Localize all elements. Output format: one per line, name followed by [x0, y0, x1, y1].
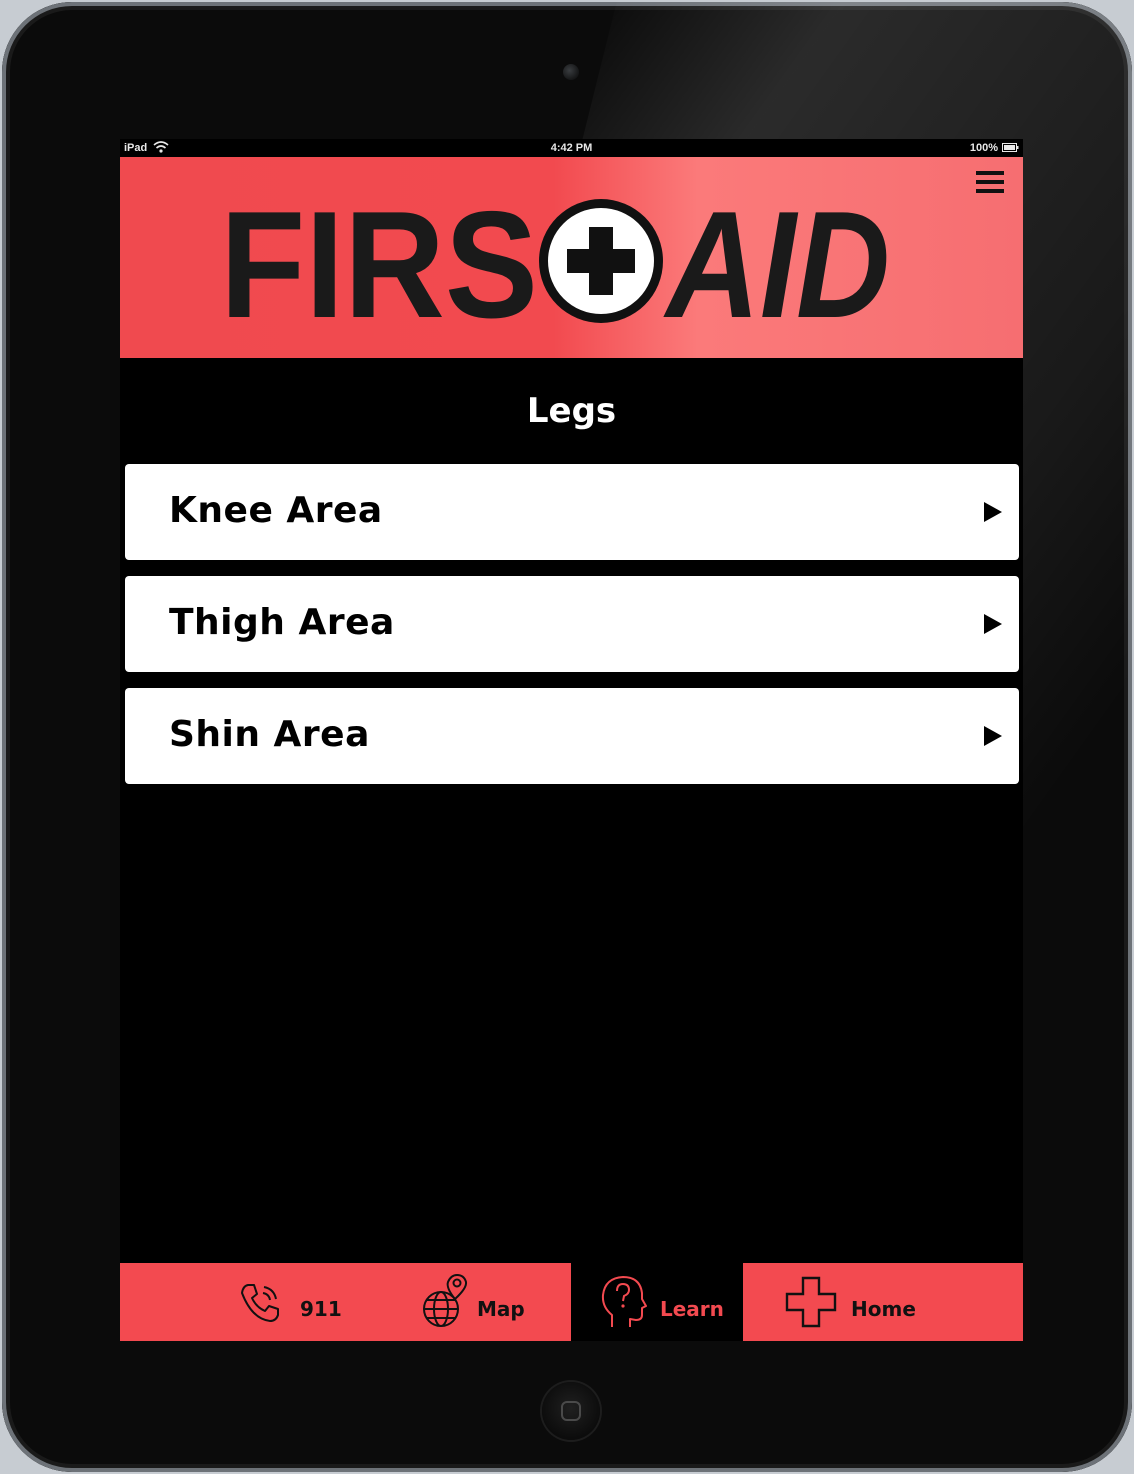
front-camera: [563, 64, 579, 80]
cross-icon: [785, 1276, 837, 1328]
tab-label: Home: [851, 1297, 916, 1321]
tab-label: Map: [477, 1297, 525, 1321]
menu-line-icon: [976, 171, 1004, 175]
tab-911[interactable]: 911: [220, 1263, 390, 1341]
list-item-knee-area[interactable]: Knee Area: [125, 464, 1019, 560]
tab-learn[interactable]: Learn: [571, 1263, 743, 1341]
app-screen: iPad 4:42 PM 100% FIRS AID Legs Knee Are…: [120, 139, 1023, 1341]
list-item-label: Knee Area: [169, 490, 383, 531]
play-arrow-icon: [984, 726, 1002, 746]
home-square-icon: [561, 1401, 581, 1421]
device-home-button[interactable]: [542, 1382, 600, 1440]
play-arrow-icon: [984, 614, 1002, 634]
globe-pin-icon: [423, 1273, 468, 1327]
status-bar: iPad 4:42 PM 100%: [120, 139, 1023, 157]
battery-icon: [1002, 143, 1019, 152]
list-item-shin-area[interactable]: Shin Area: [125, 688, 1019, 784]
page-title: Legs: [526, 391, 617, 431]
tablet-frame: iPad 4:42 PM 100% FIRS AID Legs Knee Are…: [2, 2, 1132, 1472]
phone-icon: [241, 1284, 279, 1322]
svg-text:AID: AID: [663, 195, 890, 335]
menu-line-icon: [976, 189, 1004, 193]
menu-line-icon: [976, 180, 1004, 184]
svg-text:FIRS: FIRS: [220, 195, 538, 335]
list-item-label: Thigh Area: [169, 602, 395, 643]
clock: 4:42 PM: [550, 142, 593, 154]
app-header: FIRS AID: [120, 157, 1023, 358]
tab-label: Learn: [660, 1297, 724, 1321]
list-item-label: Shin Area: [169, 714, 370, 755]
first-aid-logo: FIRS AID: [220, 195, 890, 335]
hamburger-menu-button[interactable]: [976, 171, 1006, 197]
bottom-tab-bar: 911 Map Learn Home: [120, 1263, 1023, 1341]
tab-map[interactable]: Map: [405, 1263, 570, 1341]
tab-label: 911: [300, 1297, 342, 1321]
list-item-thigh-area[interactable]: Thigh Area: [125, 576, 1019, 672]
head-question-icon: [601, 1276, 647, 1327]
battery-percentage: 100%: [969, 142, 998, 154]
tab-home[interactable]: Home: [765, 1263, 965, 1341]
play-arrow-icon: [984, 502, 1002, 522]
